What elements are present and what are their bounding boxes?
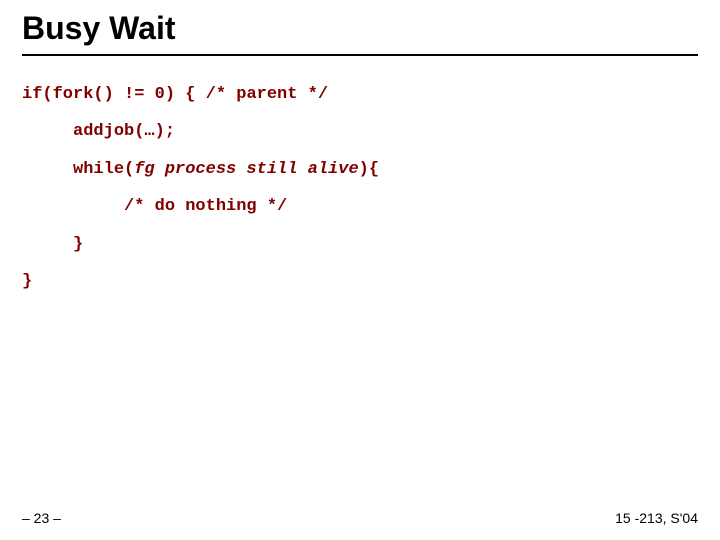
- code-text: while(: [22, 160, 134, 179]
- code-line-3: while(fg process still alive){: [22, 151, 698, 188]
- course-tag: 15 -213, S'04: [615, 510, 698, 526]
- title-rule: [22, 54, 698, 56]
- code-text: if(fork() != 0) {: [22, 85, 206, 104]
- code-text: ){: [359, 160, 379, 179]
- code-comment: /* parent */: [206, 85, 328, 104]
- slide-title: Busy Wait: [22, 10, 176, 47]
- code-line-2: addjob(…);: [22, 113, 698, 150]
- code-line-5: }: [22, 226, 698, 263]
- code-line-6: }: [22, 263, 698, 300]
- slide-number: – 23 –: [22, 510, 61, 526]
- code-line-1: if(fork() != 0) { /* parent */: [22, 76, 698, 113]
- code-italic: fg process still alive: [134, 160, 358, 179]
- code-block: if(fork() != 0) { /* parent */ addjob(…)…: [22, 76, 698, 300]
- code-line-4: /* do nothing */: [22, 188, 698, 225]
